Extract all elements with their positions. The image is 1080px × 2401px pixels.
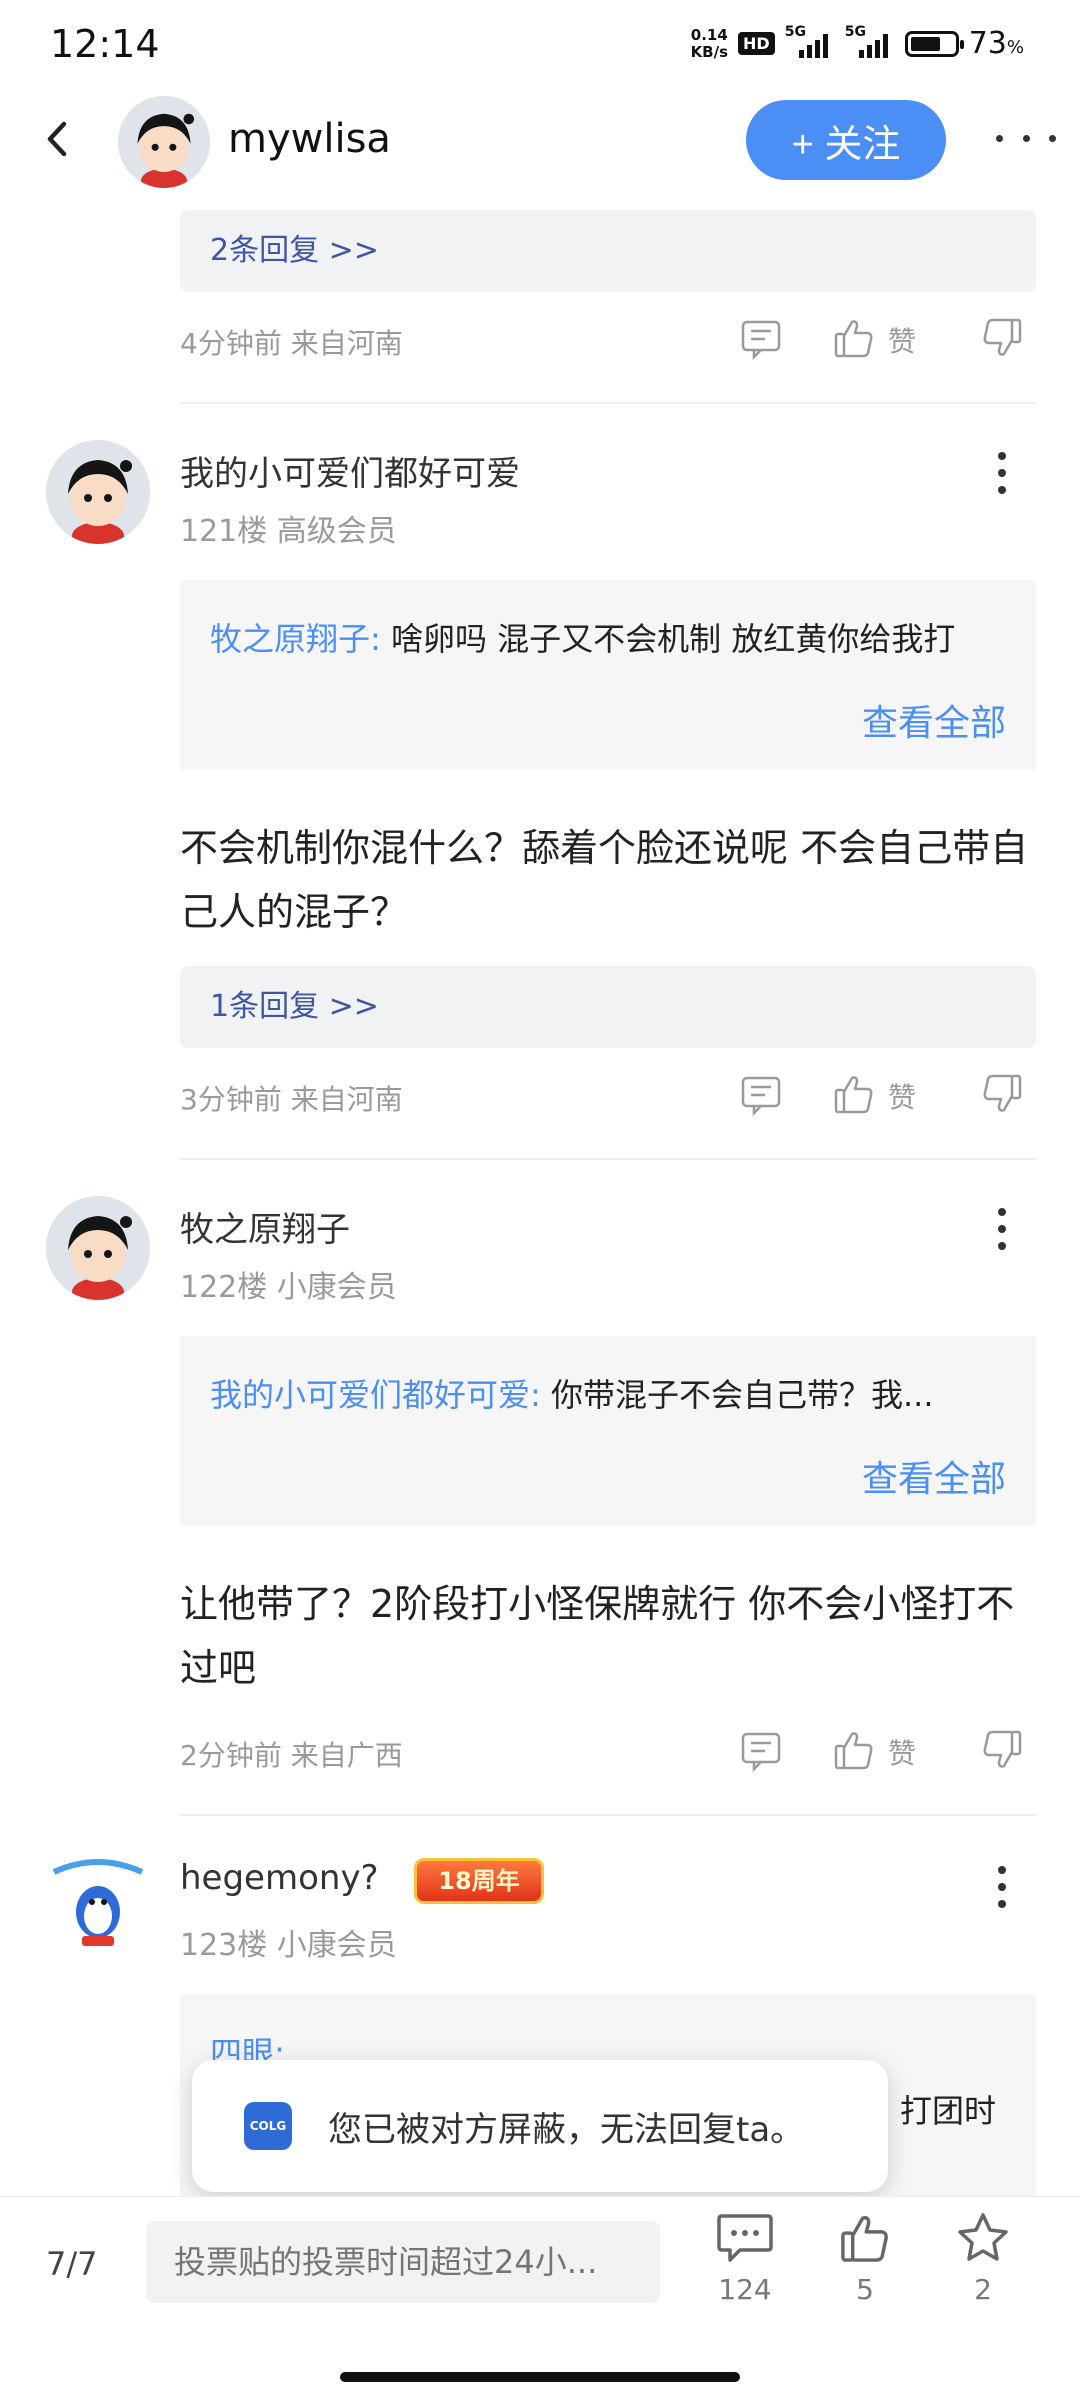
comments-button[interactable]: 124 — [700, 2211, 790, 2306]
more-icon[interactable] — [996, 118, 1056, 158]
quote-block[interactable]: 牧之原翔子: 啥卵吗 混子又不会机制 放红黄你给我打 查看全部 — [180, 580, 1036, 770]
toast: COLG 您已被对方屏蔽，无法回复ta。 — [192, 2060, 888, 2192]
post-more-icon[interactable] — [982, 1862, 1022, 1912]
thumbs-up-icon — [841, 2216, 888, 2262]
post-floor: 122楼 小康会员 — [180, 1270, 397, 1305]
like-icon[interactable] — [832, 1728, 876, 1772]
favorite-button[interactable]: 2 — [938, 2211, 1028, 2306]
reply-count-link[interactable]: 2条回复 >> — [180, 210, 1036, 292]
post-more-icon[interactable] — [982, 1204, 1022, 1254]
favorites-count: 2 — [974, 2273, 992, 2306]
post-username[interactable]: 我的小可爱们都好可爱 — [180, 446, 520, 495]
avatar[interactable] — [46, 1850, 150, 1954]
dislike-icon[interactable] — [980, 316, 1024, 360]
top-nav: mywlisa + 关注 — [0, 90, 1080, 190]
post-body: 让他带了？2阶段打小怪保牌就行 你不会小怪打不过吧 — [180, 1582, 1015, 1690]
comment-icon[interactable] — [740, 1730, 782, 1772]
dislike-icon[interactable] — [980, 1728, 1024, 1772]
post-body: 不会机制你混什么？舔着个脸还说呢 不会自己带自己人的混子？ — [180, 826, 1029, 934]
quote-text: 打团时 — [900, 2092, 997, 2130]
comment-icon[interactable] — [740, 1074, 782, 1116]
page-indicator[interactable]: 7/7 — [46, 2245, 98, 2283]
comments-count: 124 — [718, 2273, 772, 2306]
post-actions: 赞 — [740, 1726, 1030, 1776]
back-arrow-icon[interactable] — [34, 114, 84, 164]
avatar[interactable] — [46, 1196, 150, 1300]
quote-text: 我的小可爱们都好可爱: 你带混子不会自己带？我... — [210, 1376, 934, 1414]
battery-percent: 73% — [968, 26, 1024, 61]
anniversary-badge: 18周年 — [414, 1858, 544, 1904]
comment-icon — [717, 2214, 773, 2262]
status-time: 12:14 — [50, 22, 160, 66]
star-icon — [958, 2213, 1008, 2261]
reply-count-link[interactable]: 1条回复 >> — [180, 966, 1036, 1048]
toast-message: 您已被对方屏蔽，无法回复ta。 — [328, 2110, 805, 2150]
bottom-bar: 7/7 124 5 2 — [0, 2196, 1080, 2401]
post-username[interactable]: 牧之原翔子 — [180, 1202, 350, 1251]
status-icons: 0.14 KB/s HD 5G 5G 73% — [690, 24, 1024, 62]
divider — [180, 1158, 1036, 1160]
like-label: 赞 — [888, 325, 917, 358]
see-all-link[interactable]: 查看全部 — [862, 1450, 1006, 1502]
dislike-icon[interactable] — [980, 1072, 1024, 1116]
like-icon[interactable] — [832, 1072, 876, 1116]
quote-text: 牧之原翔子: 啥卵吗 混子又不会机制 放红黄你给我打 — [210, 620, 956, 658]
post-actions: 赞 — [740, 314, 1030, 364]
see-all-link[interactable]: 查看全部 — [862, 694, 1006, 746]
follow-button[interactable]: + 关注 — [746, 100, 946, 180]
hd-icon: HD — [738, 32, 775, 55]
post-meta: 2分钟前 来自广西 — [180, 1739, 403, 1772]
post-floor: 123楼 小康会员 — [180, 1928, 397, 1963]
avatar[interactable] — [46, 440, 150, 544]
signal-icon-2: 5G — [845, 24, 895, 58]
like-label: 赞 — [888, 1081, 917, 1114]
page-title: mywlisa — [228, 116, 391, 162]
post-meta: 4分钟前 来自河南 — [180, 327, 403, 360]
network-speed: 0.14 KB/s — [690, 25, 729, 61]
avatar[interactable] — [118, 96, 210, 188]
like-button[interactable]: 5 — [820, 2211, 910, 2306]
post-meta: 3分钟前 来自河南 — [180, 1083, 403, 1116]
like-icon[interactable] — [832, 316, 876, 360]
like-label: 赞 — [888, 1737, 917, 1770]
divider — [180, 1814, 1036, 1816]
likes-count: 5 — [856, 2273, 874, 2306]
status-bar: 12:14 0.14 KB/s HD 5G 5G 73% — [0, 0, 1080, 90]
colg-logo-icon: COLG — [244, 2102, 292, 2150]
quote-block[interactable]: 我的小可爱们都好可爱: 你带混子不会自己带？我... 查看全部 — [180, 1336, 1036, 1526]
signal-icon: 5G — [785, 24, 835, 58]
post-more-icon[interactable] — [982, 448, 1022, 498]
battery-icon — [904, 30, 964, 57]
post-floor: 121楼 高级会员 — [180, 514, 397, 549]
post-actions: 赞 — [740, 1070, 1030, 1120]
post-username[interactable]: hegemony? — [180, 1858, 379, 1898]
reply-input[interactable] — [146, 2221, 660, 2303]
comment-icon[interactable] — [740, 318, 782, 360]
home-indicator[interactable] — [340, 2372, 740, 2382]
divider — [180, 402, 1036, 404]
